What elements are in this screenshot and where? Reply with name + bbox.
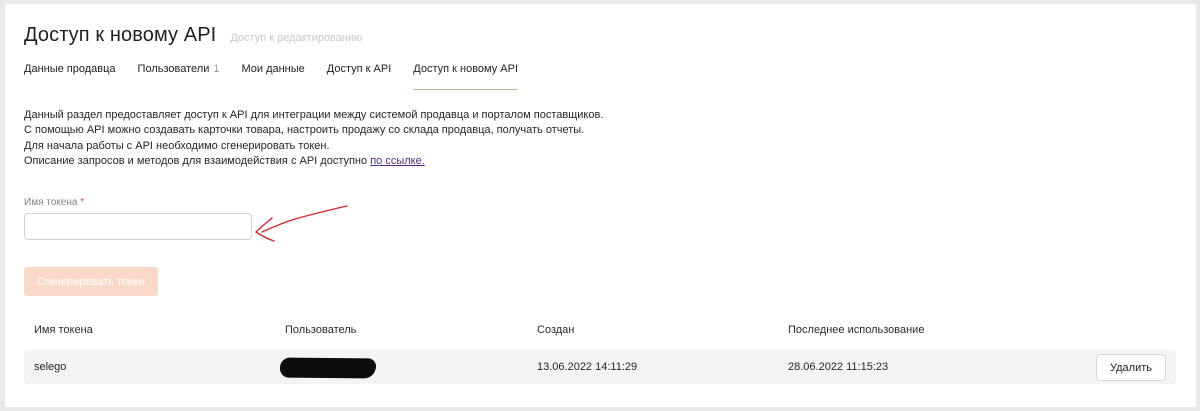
token-name-cell: selego xyxy=(34,361,67,373)
description-line: Для начала работы с API необходимо сгене… xyxy=(24,139,330,152)
description-line: Описание запросов и методов для взаимоде… xyxy=(24,154,603,169)
table-header: Имя токена Пользователь Создан Последнее… xyxy=(5,324,1196,340)
page-header: Доступ к новому API Доступ к редактирова… xyxy=(24,24,362,47)
main-card: Доступ к новому API Доступ к редактирова… xyxy=(5,4,1196,407)
description-line: Данный раздел предоставляет доступ к API… xyxy=(24,109,604,121)
tab-label: Данные продавца xyxy=(24,63,116,75)
tab-my-data[interactable]: Мои данные xyxy=(241,62,304,89)
tab-seller-data[interactable]: Данные продавца xyxy=(24,62,116,89)
redaction-mark xyxy=(279,357,377,379)
page-subtitle: Доступ к редактированию xyxy=(230,32,363,44)
description-line: С помощью API можно создавать карточки т… xyxy=(24,124,585,137)
column-header-token-name: Имя токена xyxy=(34,324,93,336)
column-header-user: Пользователь xyxy=(285,324,357,336)
column-header-created: Создан xyxy=(537,324,575,336)
token-name-input[interactable] xyxy=(24,213,252,240)
table-row: selego 13.06.2022 14:11:29 28.06.2022 11… xyxy=(24,350,1176,384)
page-title: Доступ к новому API xyxy=(24,24,217,46)
token-name-label-text: Имя токена xyxy=(24,197,78,208)
token-name-label: Имя токена * xyxy=(24,197,84,208)
description-text: Описание запросов и методов для взаимоде… xyxy=(24,154,371,167)
last-used-cell: 28.06.2022 11:15:23 xyxy=(788,361,889,373)
docs-link[interactable]: по ссылке. xyxy=(370,155,425,167)
tab-api-access[interactable]: Доступ к API xyxy=(327,62,391,89)
tab-label: Доступ к новому API xyxy=(413,63,519,75)
tab-label: Пользователи xyxy=(137,63,210,75)
required-mark: * xyxy=(80,197,85,208)
tab-label: Доступ к API xyxy=(326,63,392,75)
tab-new-api-access[interactable]: Доступ к новому API xyxy=(413,62,519,90)
tab-bar: Данные продавца Пользователи 1 Мои данные… xyxy=(24,62,540,90)
description: Данный раздел предоставляет доступ к API… xyxy=(24,108,603,169)
created-cell: 13.06.2022 14:11:29 xyxy=(537,361,638,373)
users-count-badge: 1 xyxy=(213,63,220,75)
tab-label: Мои данные xyxy=(241,63,305,75)
delete-token-button[interactable]: Удалить xyxy=(1096,354,1166,381)
tab-users[interactable]: Пользователи 1 xyxy=(138,62,220,89)
generate-token-button[interactable]: Сгенерировать токен xyxy=(24,267,158,296)
column-header-last-used: Последнее использование xyxy=(788,324,925,336)
